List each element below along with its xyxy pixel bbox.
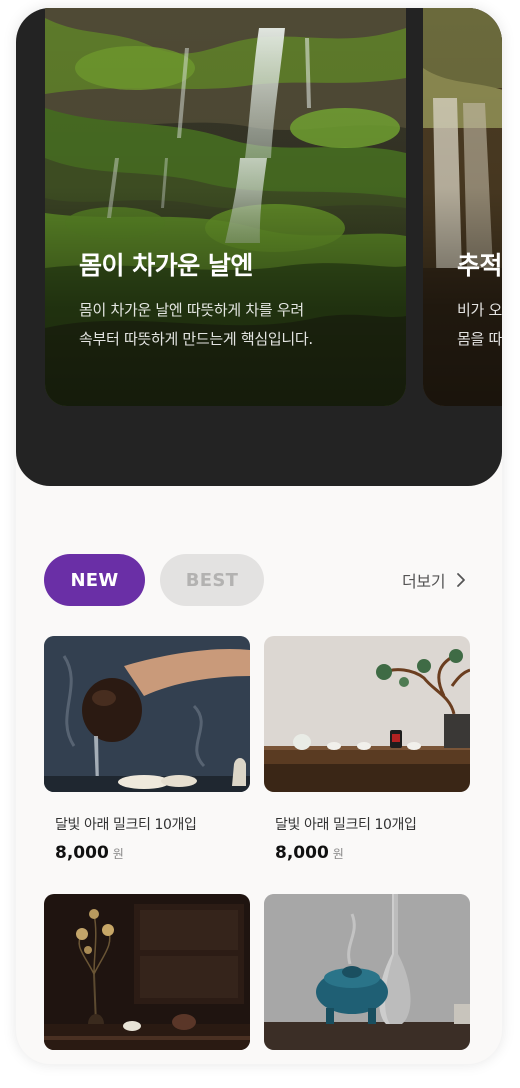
slide-desc-line: 몸이 차가운 날엔 따뜻하게 차를 우려 [79,301,304,319]
price-value: 8,000 [55,843,109,863]
product-price: 8,000 원 [264,843,470,863]
hero-carousel[interactable]: 몸이 차가운 날엔 몸이 차가운 날엔 따뜻하게 차를 우려 속부터 따뜻하게 … [16,8,502,486]
product-name: 달빛 아래 밀크티 10개입 [275,817,417,833]
slide-description: 몸이 차가운 날엔 따뜻하게 차를 우려 속부터 따뜻하게 만드는게 핵심입니다… [79,296,313,354]
dark-tea-room-photo [44,894,250,1050]
tea-table-bonsai-photo [264,636,470,792]
pouring-tea-photo [44,636,250,792]
app-screen: 몸이 차가운 날엔 몸이 차가운 날엔 따뜻하게 차를 우려 속부터 따뜻하게 … [16,8,502,1064]
product-name: 달빛 아래 밀크티 10개입 [55,817,197,833]
product-card[interactable] [264,894,470,1050]
slide-title: 추적 [457,251,502,280]
product-card[interactable]: 달빛 아래 밀크티 10개입 8,000 원 [44,636,250,863]
incense-burner-vase-photo [264,894,470,1050]
more-link[interactable]: 더보기 [402,569,467,591]
slide-desc-line: 몸을 따 [457,330,502,348]
price-unit: 원 [332,847,344,861]
chevron-right-icon [457,573,466,587]
tab-new[interactable]: NEW [44,554,145,606]
tab-best[interactable]: BEST [160,554,264,606]
product-card[interactable]: 달빛 아래 밀크티 10개입 8,000 원 [264,636,470,863]
product-price: 8,000 원 [44,843,250,863]
slide-title: 몸이 차가운 날엔 [79,251,253,280]
hero-slide-1[interactable]: 몸이 차가운 날엔 몸이 차가운 날엔 따뜻하게 차를 우려 속부터 따뜻하게 … [45,8,406,406]
hero-slide-2[interactable]: 추적 비가 오 몸을 따 [423,8,502,406]
price-unit: 원 [112,847,124,861]
more-label: 더보기 [402,572,446,591]
slide-desc-line: 비가 오 [457,301,502,319]
price-value: 8,000 [275,843,329,863]
slide-description: 비가 오 몸을 따 [457,296,502,354]
slide-desc-line: 속부터 따뜻하게 만드는게 핵심입니다. [79,330,313,348]
product-card[interactable] [44,894,250,1050]
